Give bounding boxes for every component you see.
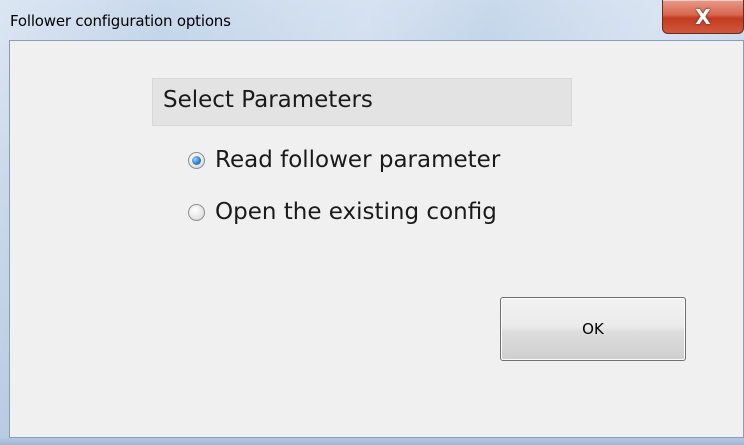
close-icon: X [695, 4, 711, 29]
window-bottom-border [0, 438, 744, 445]
dialog-window: Follower configuration options X Select … [0, 0, 744, 445]
radio-open-existing-config[interactable]: Open the existing config [188, 194, 574, 230]
radio-label[interactable]: Open the existing config [215, 199, 497, 225]
window-title: Follower configuration options [10, 12, 231, 30]
select-parameters-label: Select Parameters [152, 78, 572, 126]
radio-button-selected[interactable] [188, 151, 205, 169]
ok-button[interactable]: OK [500, 297, 686, 361]
radio-read-follower-parameters[interactable]: Read follower parameter [188, 142, 574, 178]
radio-label[interactable]: Read follower parameter [215, 147, 500, 173]
close-button[interactable]: X [662, 0, 744, 34]
radio-button-unselected[interactable] [188, 203, 205, 221]
title-bar[interactable]: Follower configuration options X [0, 0, 744, 40]
